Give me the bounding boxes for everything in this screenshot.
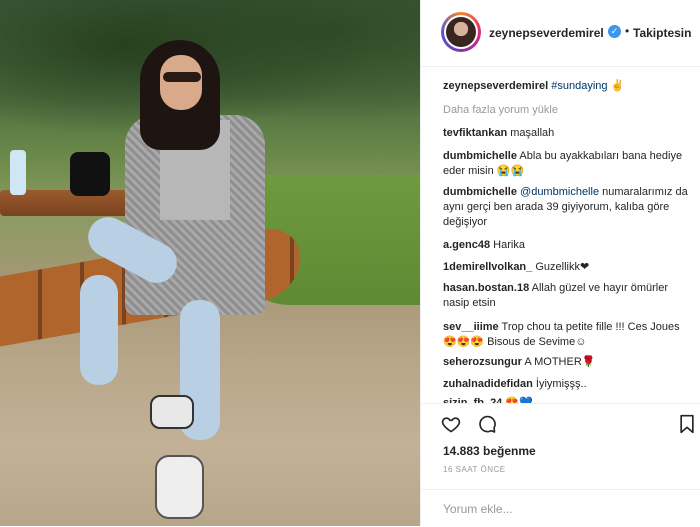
- comment-text-continued: Bisous de Sevime: [487, 336, 576, 348]
- caption: zeynepseverdemirel #sundaying ✌: [443, 79, 691, 94]
- comment-text: Guzellikk: [535, 261, 580, 273]
- caption-username[interactable]: zeynepseverdemirel: [443, 80, 548, 92]
- post-timestamp[interactable]: 16 SAAT ÖNCE: [443, 465, 506, 474]
- heart-icon[interactable]: [441, 414, 461, 434]
- comment-username[interactable]: zuhalnadidefidan: [443, 378, 533, 390]
- caption-hashtag[interactable]: #sundaying: [551, 80, 607, 92]
- header-separator: •: [625, 24, 630, 38]
- comment-text: Trop chou ta petite fille !!! Ces Joues: [501, 321, 680, 333]
- photo-sneaker-right: [155, 455, 204, 519]
- comment-username[interactable]: hasan.bostan.18: [443, 282, 529, 294]
- comment-text: maşallah: [510, 127, 555, 139]
- avatar[interactable]: [441, 12, 481, 52]
- comment: sev__iiime Trop chou ta petite fille !!!…: [443, 320, 691, 350]
- comment: dumbmichelle Abla bu ayakkabıları bana h…: [443, 149, 691, 179]
- comment-emoji-2: ☺: [575, 336, 587, 348]
- comment-username[interactable]: sev__iiime: [443, 321, 499, 333]
- comment-username[interactable]: tevfiktankan: [443, 127, 507, 139]
- photo-face: [160, 55, 202, 110]
- comment-username[interactable]: dumbmichelle: [443, 186, 517, 198]
- comment-emoji: ❤: [579, 261, 590, 273]
- comment-text: Harika: [493, 239, 525, 251]
- comment-text: İyiymişşş..: [535, 378, 587, 390]
- comment-emoji: 😍😍😍: [443, 336, 485, 348]
- comments-list[interactable]: zeynepseverdemirel #sundaying ✌ Daha faz…: [421, 67, 700, 403]
- comment-username[interactable]: seherozsungur: [443, 356, 522, 368]
- caption-emoji: ✌: [610, 80, 625, 92]
- comment: seherozsungur A MOTHER🌹: [443, 355, 691, 370]
- comment: a.genc48 Harika: [443, 238, 691, 253]
- add-comment-input[interactable]: Yorum ekle...: [443, 502, 513, 516]
- comment: hasan.bostan.18 Allah güzel ve hayır ömü…: [443, 281, 691, 311]
- comment-icon[interactable]: [477, 414, 497, 434]
- comment-username[interactable]: a.genc48: [443, 239, 490, 251]
- likes-count[interactable]: 14.883 beğenme: [443, 444, 536, 458]
- photo-sunglasses: [163, 72, 201, 82]
- post-side-panel: zeynepseverdemirel ✓ • Takiptesin zeynep…: [420, 0, 700, 526]
- comment-username[interactable]: dumbmichelle: [443, 150, 517, 162]
- photo-water-bottle: [10, 150, 26, 195]
- comment: zuhalnadidefidan İyiymişşş..: [443, 377, 691, 392]
- avatar-frame: [444, 15, 478, 49]
- post-photo[interactable]: [0, 0, 420, 526]
- post-header: zeynepseverdemirel ✓ • Takiptesin: [421, 0, 700, 67]
- verified-badge-icon: ✓: [608, 25, 621, 38]
- comment-emoji: 😭😭: [496, 165, 525, 177]
- action-bar: [421, 403, 700, 440]
- add-comment-bar: Yorum ekle...: [421, 489, 700, 527]
- comment: dumbmichelle @dumbmichelle numaralarımız…: [443, 185, 691, 230]
- comment: sizin_fb_24 😍💙: [443, 396, 691, 403]
- comment: tevfiktankan maşallah: [443, 126, 691, 141]
- photo-sneaker-left: [150, 395, 194, 429]
- bookmark-icon[interactable]: [677, 414, 697, 434]
- photo-jeans-left-leg: [80, 275, 118, 385]
- photo-handbag: [70, 152, 110, 196]
- load-more-comments-link[interactable]: Daha fazla yorum yükle: [443, 103, 691, 118]
- comment-username[interactable]: 1demirellvolkan_: [443, 261, 532, 273]
- avatar-image: [446, 17, 476, 47]
- comment-text: A MOTHER: [524, 356, 582, 368]
- comment-emoji: 🌹: [581, 356, 596, 368]
- header-username[interactable]: zeynepseverdemirel: [489, 26, 604, 40]
- comment: 1demirellvolkan_ Guzellikk❤: [443, 260, 691, 275]
- follow-status-button[interactable]: Takiptesin: [633, 26, 691, 40]
- comment-mention[interactable]: @dumbmichelle: [520, 186, 599, 198]
